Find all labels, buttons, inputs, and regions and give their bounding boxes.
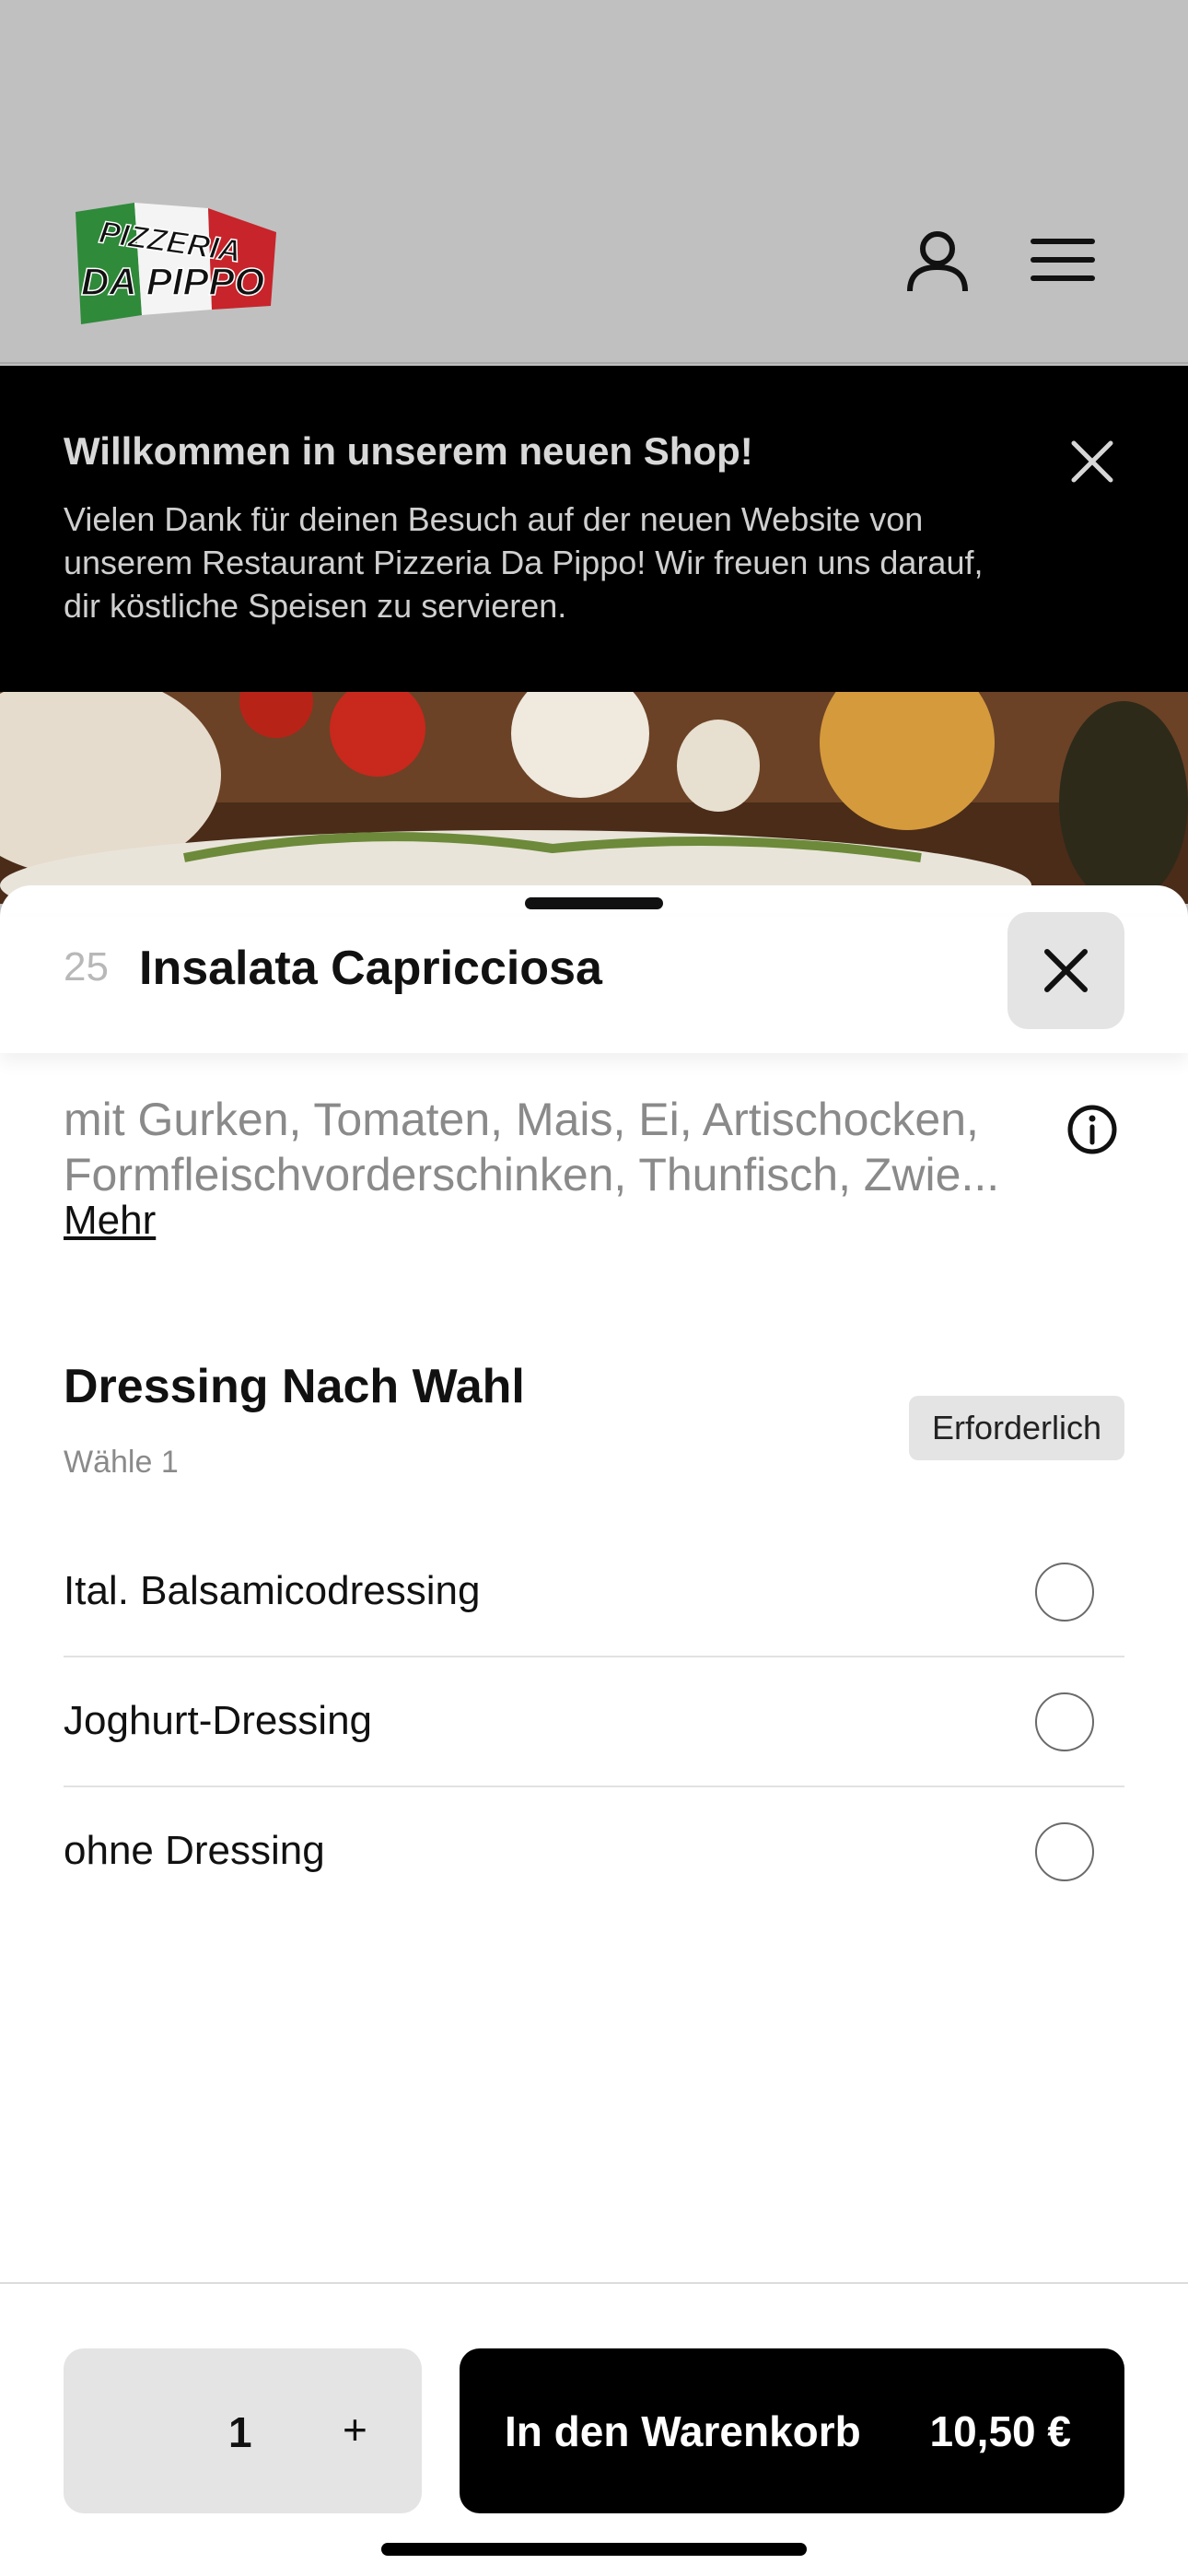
option-label: Joghurt-Dressing [64, 1698, 373, 1743]
pizzeria-logo[interactable]: PIZZERIA DA PIPPO [70, 195, 282, 329]
menu-icon[interactable] [1026, 223, 1100, 297]
item-number: 25 [64, 944, 109, 989]
more-link[interactable]: Mehr [64, 1198, 156, 1244]
footer-divider [0, 2282, 1188, 2284]
quantity-increase-button[interactable]: + [343, 2405, 367, 2454]
banner-title: Willkommen in unserem neuen Shop! [64, 429, 753, 473]
add-to-cart-price: 10,50 € [929, 2407, 1071, 2455]
close-sheet-button[interactable] [1007, 912, 1124, 1029]
option-radio[interactable] [1035, 1563, 1094, 1622]
logo-text-bottom: DA PIPPO [81, 260, 264, 303]
option-group-subtitle: Wähle 1 [64, 1445, 179, 1480]
option-label: ohne Dressing [64, 1828, 325, 1873]
app-header: PIZZERIA DA PIPPO [0, 0, 1188, 364]
quantity-value: 1 [228, 2408, 252, 2456]
banner-text: Vielen Dank für deinen Besuch auf der ne… [64, 498, 1104, 627]
item-description: mit Gurken, Tomaten, Mais, Ei, Artischoc… [64, 1092, 1040, 1202]
option-label: Ital. Balsamicodressing [64, 1568, 481, 1613]
info-icon[interactable] [1066, 1104, 1118, 1155]
close-icon [1044, 949, 1088, 992]
item-title: Insalata Capricciosa [139, 942, 602, 995]
required-badge: Erforderlich [909, 1396, 1124, 1460]
banner-text-line: dir köstliche Speisen zu servieren. [64, 587, 567, 625]
user-icon[interactable] [901, 223, 974, 297]
add-to-cart-label: In den Warenkorb [505, 2407, 861, 2455]
banner-text-line: Vielen Dank für deinen Besuch auf der ne… [64, 500, 924, 538]
option-row[interactable]: Joghurt-Dressing [64, 1657, 1124, 1787]
option-row[interactable]: Ital. Balsamicodressing [64, 1528, 1124, 1657]
add-to-cart-button[interactable]: In den Warenkorb 10,50 € [460, 2348, 1124, 2513]
description-line: mit Gurken, Tomaten, Mais, Ei, Artischoc… [64, 1094, 979, 1145]
option-radio[interactable] [1035, 1692, 1094, 1751]
home-indicator [381, 2543, 807, 2556]
banner-close-icon[interactable] [1068, 438, 1116, 486]
sheet-grabber[interactable] [525, 897, 663, 909]
hero-food-image [0, 692, 1188, 904]
option-group-title: Dressing Nach Wahl [64, 1360, 525, 1413]
banner-text-line: unserem Restaurant Pizzeria Da Pippo! Wi… [64, 544, 984, 581]
description-line: Formfleischvorderschinken, Thunfisch, Zw… [64, 1149, 1000, 1200]
option-row[interactable]: ohne Dressing [64, 1787, 1124, 1917]
option-radio[interactable] [1035, 1822, 1094, 1881]
